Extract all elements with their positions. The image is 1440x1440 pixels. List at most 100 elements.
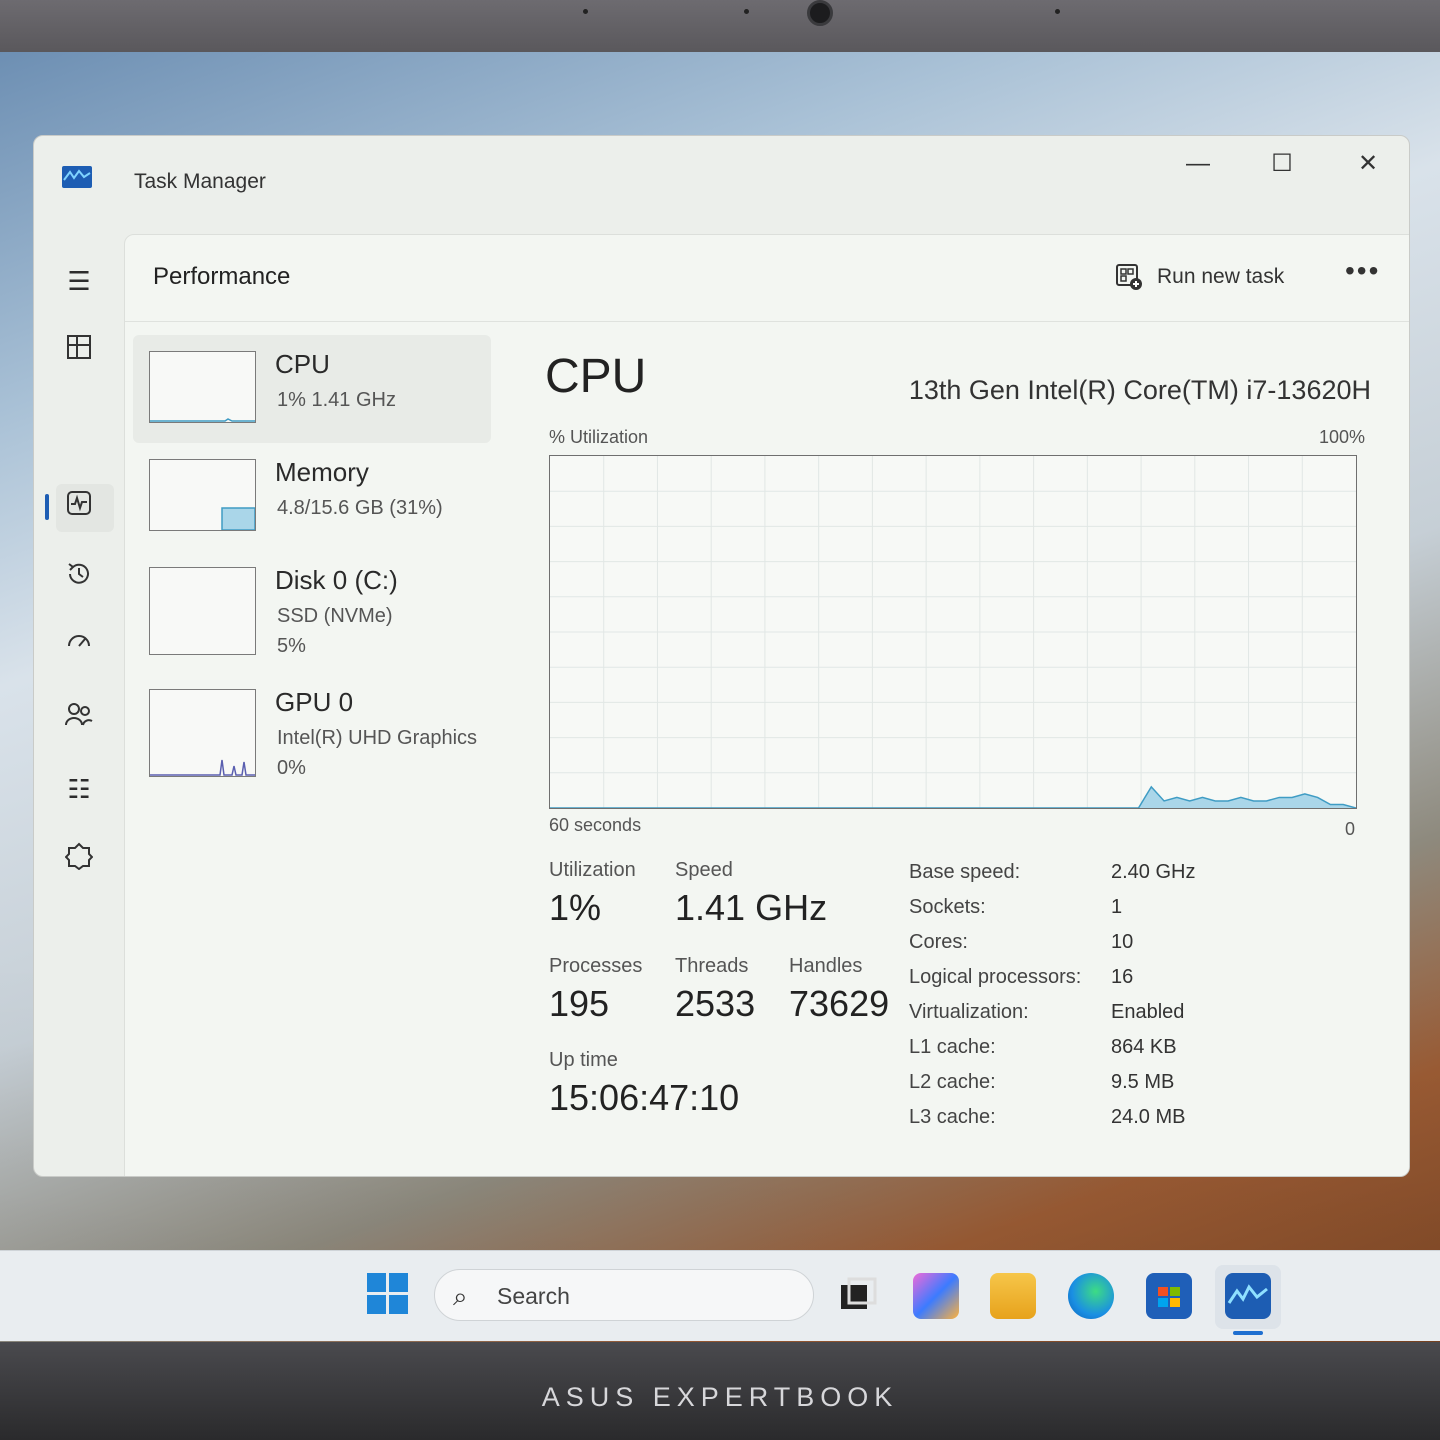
resource-detail: SSD (NVMe) [277, 605, 393, 627]
minimize-button[interactable]: — [1168, 144, 1228, 184]
bezel-sensor [583, 9, 588, 14]
resource-usage: 5% [277, 635, 306, 657]
task-manager-window: Task Manager — ☐ ✕ ☰ ☷ Performance Run n… [33, 135, 1410, 1177]
spec-key: Base speed: [909, 861, 1021, 883]
cpu-thumbnail-graph [149, 351, 256, 423]
window-title: Task Manager [134, 170, 266, 193]
page-title: Performance [153, 263, 291, 290]
speed-label: Speed [675, 859, 733, 881]
nav-sidebar: ☰ ☷ ⚙ [34, 226, 124, 1176]
bezel-sensor [744, 9, 749, 14]
nav-active-indicator [45, 494, 49, 520]
resource-item-disk[interactable]: Disk 0 (C:) SSD (NVMe) 5% [133, 551, 491, 673]
processes-value: 195 [549, 983, 610, 1024]
processes-icon[interactable] [62, 334, 96, 368]
spec-key: Logical processors: [909, 966, 1082, 988]
resource-usage: 0% [277, 757, 306, 779]
laptop-top-bezel [0, 0, 1440, 52]
spec-key: Sockets: [909, 896, 986, 918]
spec-key: L1 cache: [909, 1036, 996, 1058]
spec-value: 2.40 GHz [1111, 861, 1196, 883]
start-button[interactable] [367, 1273, 409, 1315]
search-placeholder: Search [497, 1283, 570, 1309]
webcam [807, 0, 833, 26]
utilization-value: 1% [549, 887, 602, 928]
page-header: Performance Run new task ••• [125, 235, 1409, 322]
threads-value: 2533 [675, 983, 756, 1024]
spec-key: Virtualization: [909, 1001, 1029, 1023]
uptime-value: 15:06:47:10 [549, 1077, 740, 1118]
details-icon[interactable]: ☷ [62, 772, 96, 806]
spec-value: 24.0 MB [1111, 1106, 1186, 1128]
graph-x-right-label: 0 [1344, 819, 1355, 839]
utilization-label: Utilization [549, 859, 636, 881]
resource-item-memory[interactable]: Memory 4.8/15.6 GB (31%) [133, 443, 491, 551]
spec-value: 9.5 MB [1111, 1071, 1175, 1093]
detail-title: CPU [545, 350, 647, 403]
resource-detail: Intel(R) UHD Graphics [277, 727, 478, 749]
windows-logo-tile [389, 1273, 408, 1292]
taskbar-search-box[interactable]: ⌕ Search [434, 1269, 814, 1321]
disk-thumbnail-graph [149, 567, 256, 655]
desktop-wallpaper: Task Manager — ☐ ✕ ☰ ☷ Performance Run n… [0, 52, 1440, 1342]
resource-name: CPU [275, 349, 330, 379]
resource-detail: 1% 1.41 GHz [277, 389, 396, 411]
spec-value: 1 [1111, 896, 1123, 918]
task-manager-app-icon [62, 166, 92, 188]
cpu-model-name: 13th Gen Intel(R) Core(TM) i7-13620H [908, 375, 1371, 405]
speed-value: 1.41 GHz [675, 887, 828, 928]
resource-item-cpu[interactable]: CPU 1% 1.41 GHz [133, 335, 491, 443]
resource-name: Memory [275, 457, 369, 487]
device-brand-label: ASUS EXPERTBOOK [541, 1382, 899, 1412]
task-manager-icon[interactable] [1225, 1273, 1271, 1319]
cpu-utilization-graph [549, 455, 1357, 809]
windows-logo-tile [367, 1273, 386, 1292]
file-explorer-icon[interactable] [990, 1273, 1036, 1319]
handles-label: Handles [789, 955, 863, 977]
taskbar: ⌕ Search [0, 1250, 1440, 1341]
graph-x-left-label: 60 seconds [549, 815, 642, 835]
resource-name: Disk 0 (C:) [275, 565, 398, 595]
processes-label: Processes [549, 955, 643, 977]
maximize-button[interactable]: ☐ [1252, 144, 1312, 184]
edge-icon[interactable] [1068, 1273, 1114, 1319]
spec-value: 16 [1111, 966, 1134, 988]
close-button[interactable]: ✕ [1338, 144, 1398, 184]
run-new-task-label: Run new task [1157, 265, 1285, 288]
title-bar[interactable]: Task Manager — ☐ ✕ [34, 136, 1409, 226]
task-view-icon[interactable] [835, 1273, 881, 1319]
more-options-button[interactable]: ••• [1345, 255, 1380, 287]
users-icon[interactable] [62, 700, 96, 734]
services-icon[interactable] [62, 842, 96, 876]
menu-icon[interactable]: ☰ [62, 264, 96, 298]
resource-detail: 4.8/15.6 GB (31%) [277, 497, 443, 519]
bezel-sensor [1055, 9, 1060, 14]
spec-value: 864 KB [1111, 1036, 1177, 1058]
threads-label: Threads [675, 955, 749, 977]
run-task-icon [1116, 264, 1142, 290]
utilization-area [550, 786, 1356, 808]
spec-key: L3 cache: [909, 1106, 996, 1128]
run-new-task-button[interactable]: Run new task [1115, 257, 1284, 297]
m365-copilot-icon[interactable] [913, 1273, 959, 1319]
handles-value: 73629 [789, 983, 890, 1024]
startup-apps-icon[interactable] [62, 630, 96, 664]
spec-key: L2 cache: [909, 1071, 996, 1093]
resource-list: CPU 1% 1.41 GHz Memory 4.8/15.6 GB (31%)… [133, 335, 491, 795]
graph-y-max: 100% [1318, 427, 1365, 447]
search-icon: ⌕ [453, 1281, 468, 1311]
performance-icon[interactable] [62, 490, 96, 524]
graph-y-label: % Utilization [549, 427, 649, 447]
resource-item-gpu[interactable]: GPU 0 Intel(R) UHD Graphics 0% [133, 673, 491, 795]
spec-value: Enabled [1111, 1001, 1185, 1023]
resource-name: GPU 0 [275, 687, 354, 717]
spec-value: 10 [1111, 931, 1134, 953]
memory-thumbnail-graph [149, 459, 256, 531]
performance-page: Performance Run new task ••• CPU 1% 1.41… [124, 234, 1409, 1176]
app-history-icon[interactable] [62, 560, 96, 594]
utilization-chart [550, 456, 1357, 809]
windows-logo-tile [367, 1295, 386, 1314]
spec-key: Cores: [909, 931, 968, 953]
microsoft-store-icon[interactable] [1146, 1273, 1192, 1319]
uptime-label: Up time [549, 1049, 618, 1071]
